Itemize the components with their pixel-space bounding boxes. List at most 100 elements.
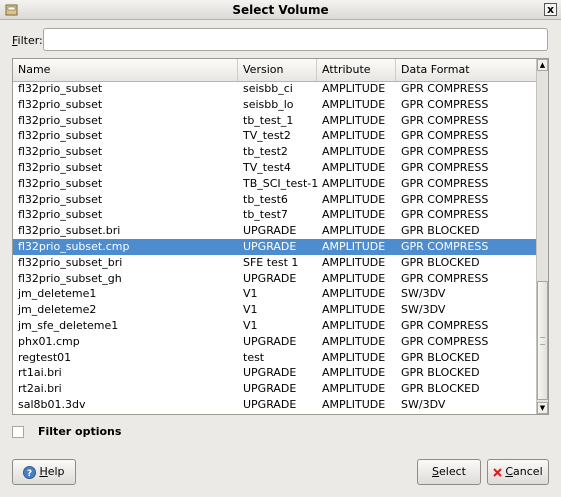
column-header-attribute[interactable]: Attribute [317,59,396,81]
table-row[interactable]: fl32prio_subset TV_test4 AMPLITUDE GPR COMP… [13,160,536,176]
table-body: fl32prio_subset seisbb_ci AMPLITUDE GPR COM… [13,81,536,413]
scrollbar-thumb[interactable] [537,281,548,400]
cell-version: tb_test_1 [243,113,294,127]
volume-table: Name Version Attribute Data Format fl32p… [12,58,549,415]
cancel-mnemonic: C [505,465,514,478]
cell-name: fl32prio_subset [18,113,103,127]
cell-attribute: AMPLITUDE [322,350,386,364]
filter-options-label: Filter options [38,425,122,438]
svg-text:?: ? [27,469,32,479]
cell-format: GPR COMPRESS [401,176,489,190]
table-row[interactable]: fl32prio_subset seisbb_ci AMPLITUDE GPR COM… [13,81,536,97]
help-mnemonic: H [39,465,48,478]
select-mnemonic: S [432,465,440,478]
help-label: elp [47,465,65,478]
cell-attribute: AMPLITUDE [322,145,386,159]
table-row[interactable]: fl32prio_subset tb_test7 AMPLITUDE GPR COMP… [13,207,536,223]
cell-format: SW/3DV [401,303,446,317]
column-header-version[interactable]: Version [238,59,317,81]
cell-format: GPR COMPRESS [401,208,489,222]
cancel-button[interactable]: Cancel [487,459,549,485]
cell-name: jm_deleteme2 [18,303,97,317]
select-button[interactable]: Select [417,459,481,485]
cell-format: SW/3DV [401,287,446,301]
cell-format: GPR BLOCKED [401,255,480,269]
table-row[interactable]: fl32prio_subset tb_test2 AMPLITUDE GPR COMP… [13,144,536,160]
cell-name: fl32prio_subset [18,129,103,143]
cell-attribute: AMPLITUDE [322,224,386,238]
cell-version: test [243,350,265,364]
table-row[interactable]: fl32prio_subset seisbb_lo AMPLITUDE GPR COM… [13,97,536,113]
cell-name: fl32prio_subset_bri [18,255,123,269]
cell-version: seisbb_lo [243,97,294,111]
table-row[interactable]: fl32prio_subset.cmp UPGRADE AMPLITUDE GPR C… [13,238,536,255]
table-row[interactable]: fl32prio_subset_gh UPGRADE AMPLITUDE GPR CO… [13,271,536,287]
cell-format: GPR COMPRESS [401,82,489,95]
filter-options-checkbox[interactable] [12,426,24,438]
table-row[interactable]: fl32prio_subset_bri SFE test 1 AMPLITUDE GP… [13,255,536,271]
cell-version: V1 [243,318,258,332]
table-row[interactable]: fl32prio_subset TB_SCI_test-1 AMPLITUDE GPR… [13,176,536,192]
table-row[interactable]: jm_deleteme2 V1 AMPLITUDE SW/3DV [13,302,536,318]
scroll-up-icon[interactable]: ▲ [537,59,548,71]
cell-format: GPR BLOCKED [401,350,480,364]
cell-format: GPR BLOCKED [401,382,480,396]
cell-version: UPGRADE [243,271,297,285]
table-row[interactable]: fl32prio_subset TV_test2 AMPLITUDE GPR COMP… [13,128,536,144]
cell-version: UPGRADE [243,397,297,411]
cell-attribute: AMPLITUDE [322,303,386,317]
close-icon[interactable]: x [544,3,557,16]
table-row[interactable]: phx01.cmp UPGRADE AMPLITUDE GPR COMPRESS [13,334,536,350]
column-header-data-format[interactable]: Data Format [396,59,536,81]
cell-attribute: AMPLITUDE [322,239,386,253]
cell-name: jm_deleteme1 [18,287,97,301]
cell-attribute: AMPLITUDE [322,129,386,143]
cell-version: TV_test4 [243,160,291,174]
table-row[interactable]: jm_sfe_deleteme1 V1 AMPLITUDE GPR COMPRESS [13,318,536,334]
filter-input[interactable] [43,28,548,51]
vertical-scrollbar[interactable]: ▲ ▼ [536,59,548,414]
window-title: Select Volume [232,3,329,17]
scroll-down-icon[interactable]: ▼ [537,402,548,414]
cell-version: TV_test2 [243,129,291,143]
cell-name: fl32prio_subset [18,145,103,159]
cell-attribute: AMPLITUDE [322,318,386,332]
filter-label-rest: ilter: [17,34,43,47]
cell-format: GPR COMPRESS [401,145,489,159]
cancel-x-icon [493,467,503,477]
cell-version: UPGRADE [243,224,297,238]
cell-name: fl32prio_subset [18,176,103,190]
table-row[interactable]: rt2ai.bri UPGRADE AMPLITUDE GPR BLOCKED [13,381,536,397]
cell-attribute: AMPLITUDE [322,287,386,301]
cell-name: phx01.cmp [18,334,80,348]
cell-name: sal8b01.3dv [18,397,86,411]
help-button[interactable]: ? Help [12,459,76,485]
table-row[interactable]: sal8b01.3dv UPGRADE AMPLITUDE SW/3DV [13,397,536,413]
cell-version: UPGRADE [243,366,297,380]
cell-version: seisbb_ci [243,82,293,95]
cell-attribute: AMPLITUDE [322,255,386,269]
cell-format: GPR BLOCKED [401,366,480,380]
cell-format: GPR COMPRESS [401,334,489,348]
table-row[interactable]: regtest01 test AMPLITUDE GPR BLOCKED [13,350,536,366]
cell-version: UPGRADE [243,334,297,348]
grip-icon [540,337,545,345]
table-row[interactable]: fl32prio_subset tb_test6 AMPLITUDE GPR COMP… [13,192,536,208]
cell-attribute: AMPLITUDE [322,382,386,396]
cell-attribute: AMPLITUDE [322,160,386,174]
table-row[interactable]: fl32prio_subset tb_test_1 AMPLITUDE GPR COM… [13,113,536,129]
cell-attribute: AMPLITUDE [322,176,386,190]
cell-version: UPGRADE [243,382,297,396]
table-row[interactable]: fl32prio_subset.bri UPGRADE AMPLITUDE GPR B… [13,223,536,239]
filter-label: Filter: [12,34,43,47]
table-row[interactable]: rt1ai.bri UPGRADE AMPLITUDE GPR BLOCKED [13,365,536,381]
cell-name: fl32prio_subset [18,82,103,95]
cell-format: GPR COMPRESS [401,113,489,127]
table-row[interactable]: jm_deleteme1 V1 AMPLITUDE SW/3DV [13,286,536,302]
cell-attribute: AMPLITUDE [322,82,386,95]
column-header-name[interactable]: Name [13,59,238,81]
cell-name: fl32prio_subset_gh [18,271,122,285]
cell-attribute: AMPLITUDE [322,208,386,222]
cell-version: UPGRADE [243,239,297,253]
cell-format: GPR COMPRESS [401,129,489,143]
